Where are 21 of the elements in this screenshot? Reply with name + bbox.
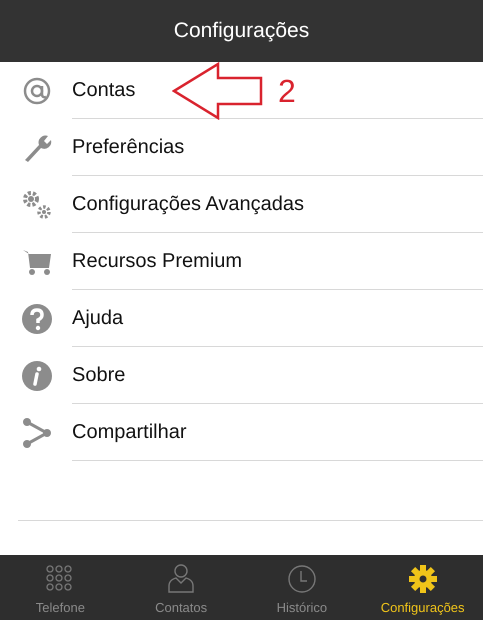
person-icon (166, 562, 196, 594)
menu-item[interactable]: Contas (72, 75, 136, 105)
menu-item[interactable]: Preferências (72, 132, 184, 162)
menu-item[interactable]: Recursos Premium (72, 246, 242, 276)
gears-icon (21, 188, 53, 220)
menu-item[interactable]: Ajuda (72, 303, 124, 333)
clock-icon (286, 564, 317, 594)
share-icon (21, 416, 53, 448)
tab-button[interactable]: Histórico (242, 555, 362, 620)
menu-item[interactable]: Sobre (72, 360, 126, 390)
at-icon (22, 76, 52, 106)
tab-button[interactable]: Contatos (120, 555, 242, 620)
menu-item[interactable]: Compartilhar (72, 417, 186, 447)
settings-icon (408, 564, 438, 594)
annotation-number: 2 (278, 75, 296, 107)
menu-item[interactable]: Configurações Avançadas (72, 189, 304, 219)
info-icon (21, 360, 53, 392)
screen-title: Configurações (174, 18, 310, 44)
tab-button[interactable]: Configurações (362, 555, 483, 620)
tab-button[interactable]: Telefone (0, 555, 121, 620)
help-icon (21, 302, 53, 334)
